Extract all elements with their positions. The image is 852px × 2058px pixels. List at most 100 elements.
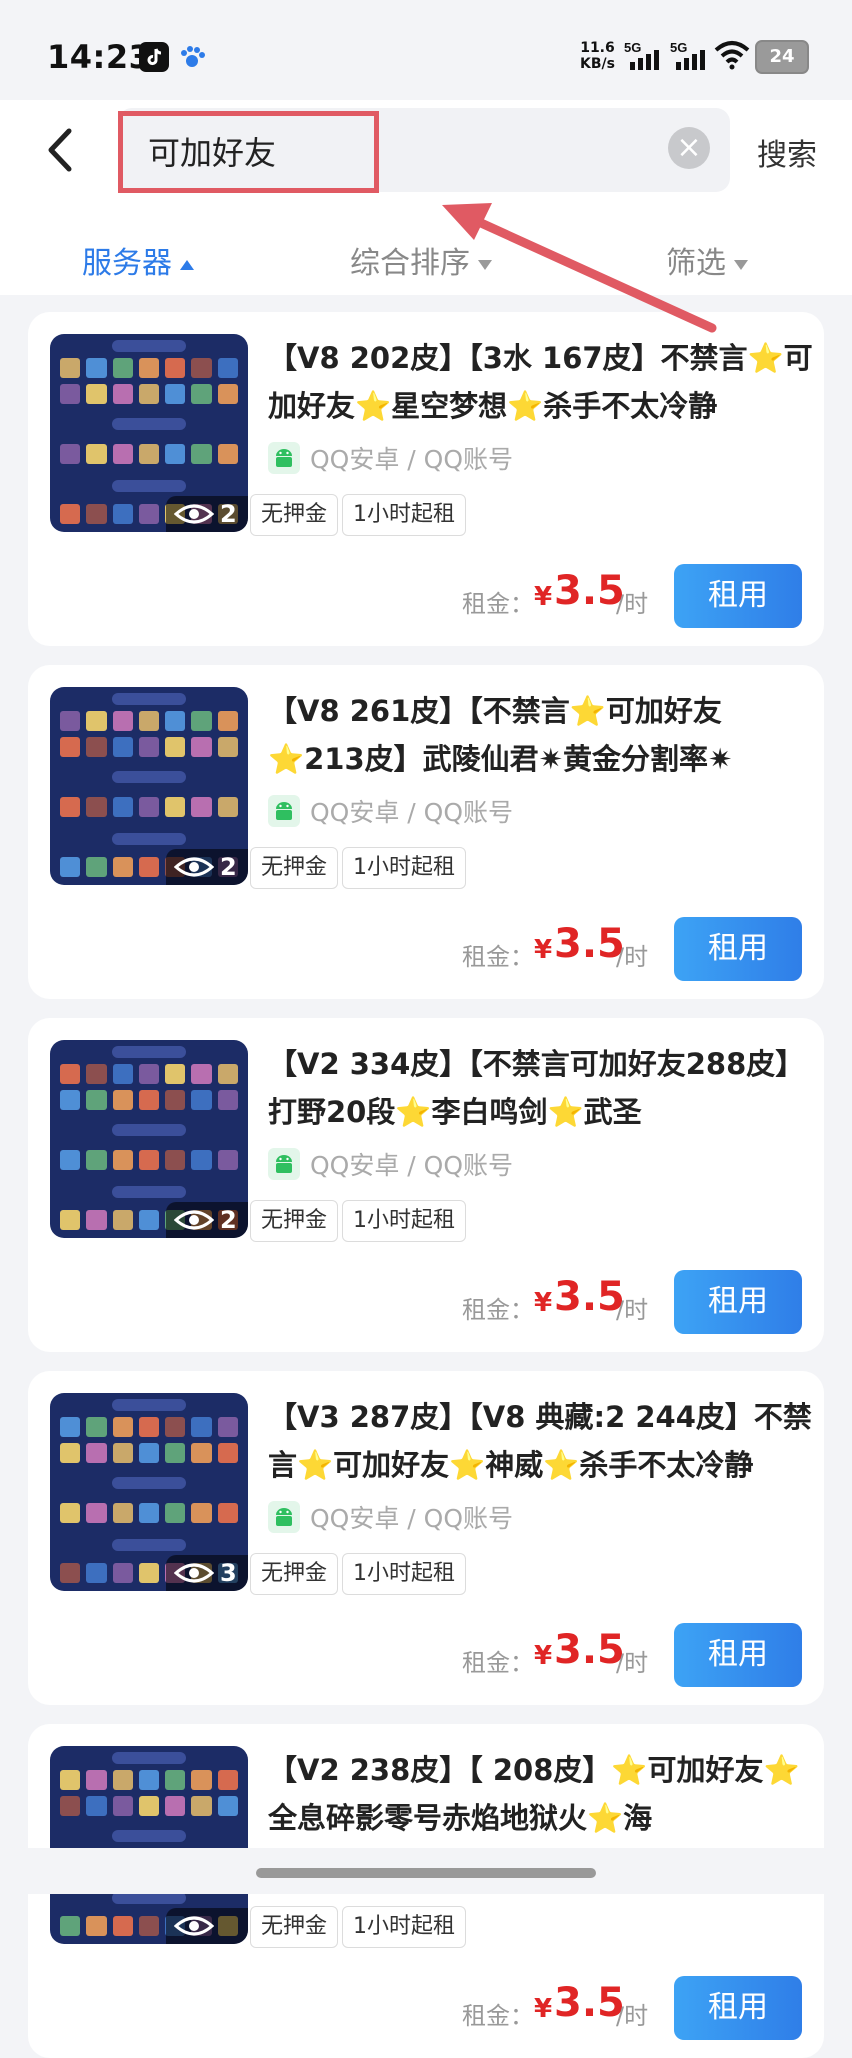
hero-thumbnail bbox=[60, 737, 81, 757]
tag-no-deposit: 无押金 bbox=[250, 494, 339, 536]
account-thumbnail[interactable]: 3 bbox=[50, 1393, 248, 1591]
hero-thumbnail bbox=[60, 1563, 81, 1583]
viewers-badge: 2 bbox=[166, 1202, 248, 1238]
hero-thumbnail bbox=[165, 1150, 186, 1170]
hero-thumbnail bbox=[191, 1770, 212, 1790]
hero-thumbnail bbox=[138, 444, 160, 464]
listing-card[interactable]: 2 【V2 334皮】【不禁言可加好友288皮】打野20段⭐李白鸣剑⭐武圣 QQ安卓… bbox=[28, 1018, 824, 1352]
hero-thumbnail bbox=[191, 737, 212, 757]
tag-no-deposit: 无押金 bbox=[250, 1553, 339, 1595]
hero-thumbnail bbox=[217, 1796, 238, 1816]
listing-title[interactable]: 【V8 261皮】【不禁言⭐可加好友⭐213皮】武陵仙君✷黄金分割率✷ bbox=[268, 687, 818, 783]
hero-thumbnail bbox=[217, 384, 238, 404]
viewers-count: 2 bbox=[220, 853, 237, 881]
hero-thumbnail bbox=[112, 1503, 133, 1523]
hero-thumbnail bbox=[86, 1796, 107, 1816]
account-thumbnail[interactable]: 2 bbox=[50, 687, 248, 885]
platform-label: QQ安卓 / QQ账号 bbox=[310, 445, 514, 474]
android-icon bbox=[268, 442, 300, 474]
price-value: 3.5 bbox=[554, 1274, 625, 1320]
platform-label: QQ安卓 / QQ账号 bbox=[310, 798, 514, 827]
rent-button[interactable]: 租用 bbox=[674, 917, 802, 981]
hero-thumbnail bbox=[138, 1064, 160, 1084]
hero-thumbnail bbox=[60, 384, 81, 404]
net-speed-value: 11.6 bbox=[580, 40, 615, 56]
listing-title[interactable]: 【V2 238皮】【 208皮】⭐可加好友⭐全息碎影零号赤焰地狱火⭐海 bbox=[268, 1746, 818, 1842]
hero-thumbnail bbox=[60, 1796, 81, 1816]
hero-thumbnail bbox=[165, 1503, 186, 1523]
rent-button[interactable]: 租用 bbox=[674, 1270, 802, 1334]
rent-button[interactable]: 租用 bbox=[674, 1623, 802, 1687]
hero-thumbnail bbox=[112, 1090, 133, 1110]
listing-card[interactable]: 3 【V3 287皮】【V8 典藏:2 244皮】不禁言⭐可加好友⭐神威⭐杀手不太… bbox=[28, 1371, 824, 1705]
hero-thumbnail bbox=[165, 711, 186, 731]
price-label: 租金： bbox=[462, 943, 534, 971]
tag-min-rental: 1小时起租 bbox=[342, 1906, 466, 1948]
hero-thumbnail bbox=[60, 1503, 81, 1523]
hero-thumbnail bbox=[112, 1796, 133, 1816]
hero-thumbnail bbox=[191, 1150, 212, 1170]
hero-thumbnail bbox=[86, 1443, 107, 1463]
highlight-box bbox=[118, 111, 379, 193]
tab-sort[interactable]: 综合排序 bbox=[350, 238, 492, 282]
account-thumbnail[interactable]: 2 bbox=[50, 334, 248, 532]
listing-card[interactable]: 2 【V8 202皮】【3水 167皮】不禁言⭐可加好友⭐星空梦想⭐杀手不太冷静 Q… bbox=[28, 312, 824, 646]
rent-button[interactable]: 租用 bbox=[674, 1976, 802, 2040]
tab-server[interactable]: 服务器 bbox=[82, 238, 194, 282]
viewers-badge: 2 bbox=[166, 849, 248, 885]
hero-thumbnail bbox=[165, 737, 186, 757]
hero-thumbnail bbox=[112, 857, 133, 877]
hero-thumbnail bbox=[165, 797, 186, 817]
hero-thumbnail bbox=[86, 384, 107, 404]
hero-thumbnail bbox=[217, 797, 238, 817]
hero-thumbnail bbox=[60, 1064, 81, 1084]
triangle-down-icon bbox=[734, 259, 748, 270]
android-icon bbox=[268, 795, 300, 827]
listing-card[interactable]: 2 【V8 261皮】【不禁言⭐可加好友⭐213皮】武陵仙君✷黄金分割率✷ QQ安卓… bbox=[28, 665, 824, 999]
price-value: 3.5 bbox=[554, 921, 625, 967]
hero-thumbnail bbox=[112, 711, 133, 731]
eye-icon bbox=[174, 1563, 214, 1583]
hero-thumbnail bbox=[112, 444, 133, 464]
hero-thumbnail bbox=[86, 857, 107, 877]
hero-thumbnail bbox=[191, 1796, 212, 1816]
listing-title[interactable]: 【V2 334皮】【不禁言可加好友288皮】打野20段⭐李白鸣剑⭐武圣 bbox=[268, 1040, 818, 1136]
hero-thumbnail bbox=[217, 1503, 238, 1523]
hero-thumbnail bbox=[86, 504, 107, 524]
hero-thumbnail bbox=[217, 737, 238, 757]
account-thumbnail[interactable] bbox=[50, 1746, 248, 1944]
hero-thumbnail bbox=[217, 1090, 238, 1110]
chevron-left-icon[interactable] bbox=[45, 125, 75, 175]
hero-thumbnail bbox=[60, 1770, 81, 1790]
tab-filter[interactable]: 筛选 bbox=[666, 238, 748, 282]
home-indicator[interactable] bbox=[256, 1868, 596, 1878]
hero-thumbnail bbox=[165, 1064, 186, 1084]
hero-thumbnail bbox=[112, 1770, 133, 1790]
listing-title[interactable]: 【V3 287皮】【V8 典藏:2 244皮】不禁言⭐可加好友⭐神威⭐杀手不太冷… bbox=[268, 1393, 818, 1489]
network-speed: 11.6 KB/s bbox=[580, 40, 615, 72]
hero-thumbnail bbox=[138, 711, 160, 731]
hero-thumbnail bbox=[86, 797, 107, 817]
hero-thumbnail bbox=[60, 1916, 81, 1936]
hero-thumbnail bbox=[138, 1916, 160, 1936]
price-value: 3.5 bbox=[554, 568, 625, 614]
hero-thumbnail bbox=[86, 1563, 107, 1583]
hero-thumbnail bbox=[217, 358, 238, 378]
hero-thumbnail bbox=[191, 1064, 212, 1084]
account-thumbnail[interactable]: 2 bbox=[50, 1040, 248, 1238]
hero-thumbnail bbox=[60, 1210, 81, 1230]
viewers-count: 2 bbox=[220, 1206, 237, 1234]
battery-icon: 24 bbox=[755, 40, 809, 74]
hero-thumbnail bbox=[217, 1150, 238, 1170]
price-value: 3.5 bbox=[554, 1627, 625, 1673]
hero-thumbnail bbox=[165, 1443, 186, 1463]
rent-button[interactable]: 租用 bbox=[674, 564, 802, 628]
search-button[interactable]: 搜索 bbox=[757, 130, 817, 174]
hero-thumbnail bbox=[60, 1150, 81, 1170]
hero-thumbnail bbox=[86, 711, 107, 731]
listing-title[interactable]: 【V8 202皮】【3水 167皮】不禁言⭐可加好友⭐星空梦想⭐杀手不太冷静 bbox=[268, 334, 818, 430]
tag-min-rental: 1小时起租 bbox=[342, 1200, 466, 1242]
close-circle-icon[interactable]: × bbox=[668, 127, 710, 169]
hero-thumbnail bbox=[112, 1210, 133, 1230]
hero-thumbnail bbox=[138, 797, 160, 817]
